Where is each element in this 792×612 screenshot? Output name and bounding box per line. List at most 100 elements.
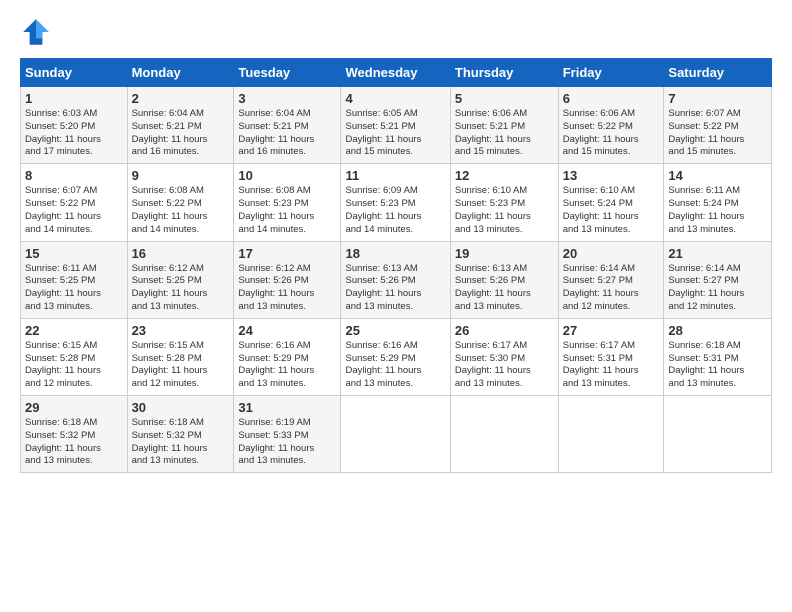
calendar-cell (341, 396, 450, 473)
day-number: 1 (25, 91, 123, 106)
calendar-cell: 2 Sunrise: 6:04 AMSunset: 5:21 PMDaylight… (127, 87, 234, 164)
day-info: Sunrise: 6:06 AMSunset: 5:21 PMDaylight:… (455, 108, 554, 159)
calendar-cell: 26Sunrise: 6:17 AMSunset: 5:30 PMDayligh… (450, 318, 558, 395)
day-info: Sunrise: 6:08 AMSunset: 5:22 PMDaylight:… (132, 185, 230, 236)
day-number: 23 (132, 323, 230, 338)
calendar-cell: 19 Sunrise: 6:13 AMSunset: 5:26 PMDayligh… (450, 241, 558, 318)
calendar-day-header: Monday (127, 59, 234, 87)
calendar-week-row: 1 Sunrise: 6:03 AMSunset: 5:20 PMDaylight… (21, 87, 772, 164)
calendar-cell: 8 Sunrise: 6:07 AMSunset: 5:22 PMDaylight… (21, 164, 128, 241)
day-number: 31 (238, 400, 336, 415)
day-info: Sunrise: 6:09 AMSunset: 5:23 PMDaylight:… (345, 185, 445, 236)
day-info: Sunrise: 6:18 AMSunset: 5:32 PMDaylight:… (25, 417, 123, 468)
day-info: Sunrise: 6:06 AMSunset: 5:22 PMDaylight:… (563, 108, 660, 159)
calendar-day-header: Tuesday (234, 59, 341, 87)
day-info: Sunrise: 6:14 AMSunset: 5:27 PMDaylight:… (668, 263, 767, 314)
calendar-cell: 11 Sunrise: 6:09 AMSunset: 5:23 PMDayligh… (341, 164, 450, 241)
day-number: 20 (563, 246, 660, 261)
day-info: Sunrise: 6:07 AMSunset: 5:22 PMDaylight:… (668, 108, 767, 159)
day-info: Sunrise: 6:12 AMSunset: 5:26 PMDaylight:… (238, 263, 336, 314)
day-info: Sunrise: 6:18 AMSunset: 5:32 PMDaylight:… (132, 417, 230, 468)
calendar-cell: 24 Sunrise: 6:16 AMSunset: 5:29 PMDayligh… (234, 318, 341, 395)
day-number: 13 (563, 168, 660, 183)
calendar-cell: 31 Sunrise: 6:19 AMSunset: 5:33 PMDayligh… (234, 396, 341, 473)
day-info: Sunrise: 6:11 AMSunset: 5:25 PMDaylight:… (25, 263, 123, 314)
day-info: Sunrise: 6:15 AMSunset: 5:28 PMDaylight:… (25, 340, 123, 391)
day-info: Sunrise: 6:13 AMSunset: 5:26 PMDaylight:… (345, 263, 445, 314)
day-info: Sunrise: 6:12 AMSunset: 5:25 PMDaylight:… (132, 263, 230, 314)
calendar-day-header: Saturday (664, 59, 772, 87)
calendar-cell: 21Sunrise: 6:14 AMSunset: 5:27 PMDayligh… (664, 241, 772, 318)
calendar-day-header: Thursday (450, 59, 558, 87)
calendar-week-row: 22 Sunrise: 6:15 AMSunset: 5:28 PMDayligh… (21, 318, 772, 395)
day-number: 3 (238, 91, 336, 106)
day-number: 18 (345, 246, 445, 261)
logo-icon (20, 16, 52, 48)
calendar-week-row: 15 Sunrise: 6:11 AMSunset: 5:25 PMDayligh… (21, 241, 772, 318)
calendar-day-header: Friday (558, 59, 664, 87)
day-number: 6 (563, 91, 660, 106)
calendar-cell: 1 Sunrise: 6:03 AMSunset: 5:20 PMDaylight… (21, 87, 128, 164)
day-info: Sunrise: 6:03 AMSunset: 5:20 PMDaylight:… (25, 108, 123, 159)
calendar-cell: 20 Sunrise: 6:14 AMSunset: 5:27 PMDayligh… (558, 241, 664, 318)
day-info: Sunrise: 6:11 AMSunset: 5:24 PMDaylight:… (668, 185, 767, 236)
calendar-cell: 16 Sunrise: 6:12 AMSunset: 5:25 PMDayligh… (127, 241, 234, 318)
day-number: 28 (668, 323, 767, 338)
day-number: 25 (345, 323, 445, 338)
logo (20, 16, 56, 48)
day-number: 15 (25, 246, 123, 261)
day-info: Sunrise: 6:18 AMSunset: 5:31 PMDaylight:… (668, 340, 767, 391)
day-number: 2 (132, 91, 230, 106)
calendar-cell: 27Sunrise: 6:17 AMSunset: 5:31 PMDayligh… (558, 318, 664, 395)
day-number: 19 (455, 246, 554, 261)
day-number: 24 (238, 323, 336, 338)
calendar-cell: 13 Sunrise: 6:10 AMSunset: 5:24 PMDayligh… (558, 164, 664, 241)
day-info: Sunrise: 6:15 AMSunset: 5:28 PMDaylight:… (132, 340, 230, 391)
calendar-day-header: Sunday (21, 59, 128, 87)
calendar-cell: 5 Sunrise: 6:06 AMSunset: 5:21 PMDaylight… (450, 87, 558, 164)
calendar-cell: 14 Sunrise: 6:11 AMSunset: 5:24 PMDayligh… (664, 164, 772, 241)
day-info: Sunrise: 6:16 AMSunset: 5:29 PMDaylight:… (345, 340, 445, 391)
day-info: Sunrise: 6:16 AMSunset: 5:29 PMDaylight:… (238, 340, 336, 391)
day-number: 5 (455, 91, 554, 106)
day-number: 10 (238, 168, 336, 183)
day-number: 22 (25, 323, 123, 338)
day-info: Sunrise: 6:10 AMSunset: 5:23 PMDaylight:… (455, 185, 554, 236)
day-info: Sunrise: 6:14 AMSunset: 5:27 PMDaylight:… (563, 263, 660, 314)
day-info: Sunrise: 6:04 AMSunset: 5:21 PMDaylight:… (132, 108, 230, 159)
calendar-cell: 25 Sunrise: 6:16 AMSunset: 5:29 PMDayligh… (341, 318, 450, 395)
day-number: 8 (25, 168, 123, 183)
day-number: 30 (132, 400, 230, 415)
calendar-cell: 12Sunrise: 6:10 AMSunset: 5:23 PMDayligh… (450, 164, 558, 241)
day-info: Sunrise: 6:10 AMSunset: 5:24 PMDaylight:… (563, 185, 660, 236)
calendar-cell: 23 Sunrise: 6:15 AMSunset: 5:28 PMDayligh… (127, 318, 234, 395)
calendar-cell: 22 Sunrise: 6:15 AMSunset: 5:28 PMDayligh… (21, 318, 128, 395)
calendar-cell: 15 Sunrise: 6:11 AMSunset: 5:25 PMDayligh… (21, 241, 128, 318)
day-number: 16 (132, 246, 230, 261)
calendar-table: SundayMondayTuesdayWednesdayThursdayFrid… (20, 58, 772, 473)
calendar-week-row: 8 Sunrise: 6:07 AMSunset: 5:22 PMDaylight… (21, 164, 772, 241)
calendar-cell: 28 Sunrise: 6:18 AMSunset: 5:31 PMDayligh… (664, 318, 772, 395)
day-number: 14 (668, 168, 767, 183)
calendar-cell: 17 Sunrise: 6:12 AMSunset: 5:26 PMDayligh… (234, 241, 341, 318)
day-number: 17 (238, 246, 336, 261)
day-info: Sunrise: 6:08 AMSunset: 5:23 PMDaylight:… (238, 185, 336, 236)
day-info: Sunrise: 6:13 AMSunset: 5:26 PMDaylight:… (455, 263, 554, 314)
calendar-week-row: 29 Sunrise: 6:18 AMSunset: 5:32 PMDayligh… (21, 396, 772, 473)
day-number: 29 (25, 400, 123, 415)
day-number: 4 (345, 91, 445, 106)
calendar-cell: 10 Sunrise: 6:08 AMSunset: 5:23 PMDayligh… (234, 164, 341, 241)
calendar-cell: 29 Sunrise: 6:18 AMSunset: 5:32 PMDayligh… (21, 396, 128, 473)
day-info: Sunrise: 6:19 AMSunset: 5:33 PMDaylight:… (238, 417, 336, 468)
header (20, 16, 772, 48)
day-number: 26 (455, 323, 554, 338)
day-info: Sunrise: 6:04 AMSunset: 5:21 PMDaylight:… (238, 108, 336, 159)
calendar-cell (450, 396, 558, 473)
calendar-cell: 4Sunrise: 6:05 AMSunset: 5:21 PMDaylight… (341, 87, 450, 164)
day-number: 11 (345, 168, 445, 183)
calendar-cell (664, 396, 772, 473)
calendar-header-row: SundayMondayTuesdayWednesdayThursdayFrid… (21, 59, 772, 87)
day-info: Sunrise: 6:07 AMSunset: 5:22 PMDaylight:… (25, 185, 123, 236)
day-number: 27 (563, 323, 660, 338)
calendar-day-header: Wednesday (341, 59, 450, 87)
